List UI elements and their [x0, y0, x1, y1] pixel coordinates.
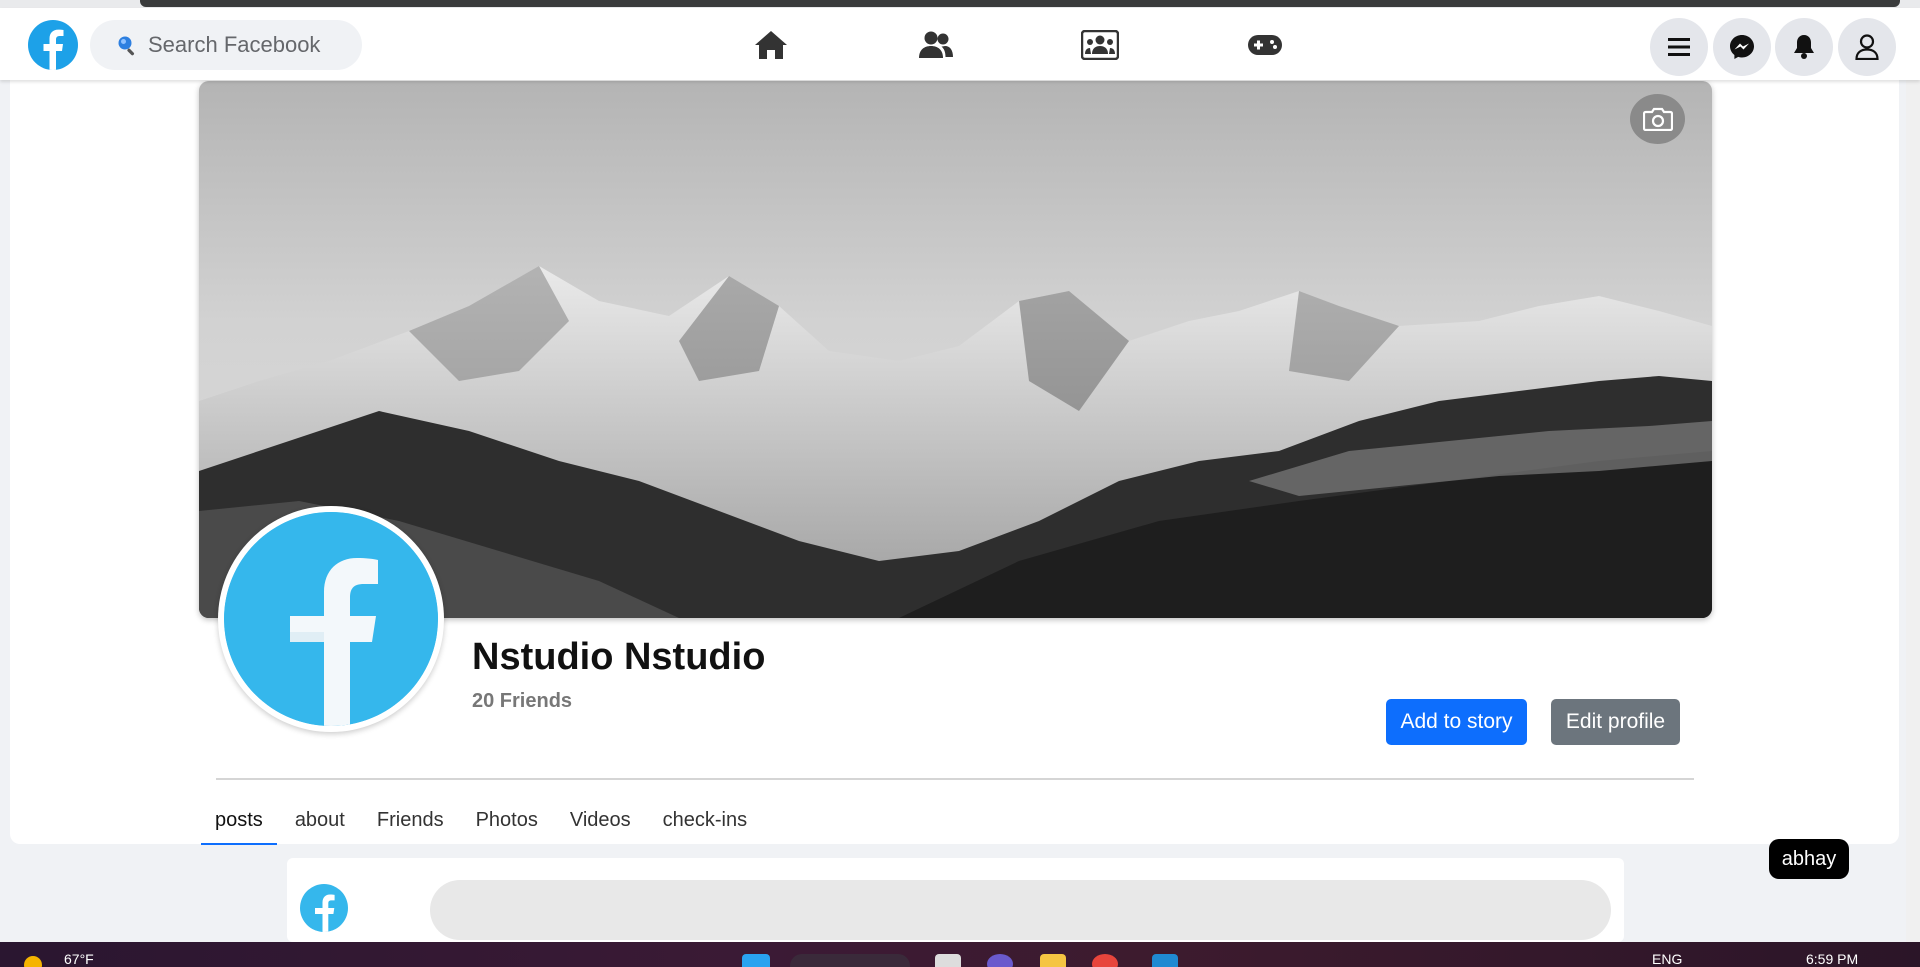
profile-picture[interactable] — [218, 506, 444, 732]
friends-icon[interactable] — [914, 26, 958, 64]
post-composer — [287, 858, 1624, 942]
system-clock[interactable]: 6:59 PM — [1806, 951, 1858, 967]
home-icon[interactable] — [749, 26, 793, 64]
taskbar-app-icon[interactable] — [987, 954, 1013, 967]
windows-start-icon[interactable] — [742, 954, 770, 967]
create-post-input[interactable] — [430, 880, 1611, 940]
profile-divider — [216, 778, 1694, 780]
profile-tabs: posts about Friends Photos Videos check-… — [201, 805, 765, 845]
add-to-story-button[interactable]: Add to story — [1386, 699, 1527, 745]
menu-icon — [1668, 38, 1690, 56]
tab-friends[interactable]: Friends — [363, 805, 458, 845]
menu-button[interactable] — [1650, 18, 1708, 76]
browser-chrome-strip — [0, 0, 1920, 8]
tab-videos[interactable]: Videos — [556, 805, 645, 845]
weather-temperature[interactable]: 67°F — [64, 951, 94, 967]
language-indicator[interactable]: ENG — [1652, 951, 1682, 967]
composer-avatar — [300, 884, 348, 932]
file-explorer-icon[interactable] — [1040, 954, 1066, 967]
notifications-button[interactable] — [1775, 18, 1833, 76]
bell-icon — [1794, 35, 1814, 59]
user-icon — [1855, 34, 1879, 60]
search-box[interactable] — [90, 20, 362, 70]
camera-icon — [1642, 107, 1673, 131]
tab-photos[interactable]: Photos — [462, 805, 552, 845]
search-input[interactable] — [148, 32, 348, 58]
os-taskbar: 67°F ENG 6:59 PM — [0, 942, 1920, 967]
tab-posts[interactable]: posts — [201, 805, 277, 845]
top-navbar — [0, 8, 1920, 80]
cover-photo — [199, 81, 1712, 618]
search-icon — [118, 36, 135, 56]
edit-cover-photo-button[interactable] — [1630, 94, 1685, 144]
messenger-button[interactable] — [1713, 18, 1771, 76]
user-tooltip: abhay — [1769, 839, 1849, 879]
account-button[interactable] — [1838, 18, 1896, 76]
edit-profile-button[interactable]: Edit profile — [1551, 699, 1680, 745]
facebook-logo-icon[interactable] — [28, 20, 78, 70]
page-scrollbar[interactable] — [1906, 8, 1920, 942]
weather-icon — [24, 956, 42, 967]
taskbar-search-box[interactable] — [790, 954, 910, 967]
browser-icon[interactable] — [1092, 954, 1118, 967]
vscode-icon[interactable] — [1152, 954, 1178, 967]
tab-check-ins[interactable]: check-ins — [649, 805, 761, 845]
groups-icon[interactable] — [1078, 26, 1122, 64]
taskbar-app-icon[interactable] — [935, 954, 961, 967]
profile-name: Nstudio Nstudio — [472, 636, 766, 678]
tab-about[interactable]: about — [281, 805, 359, 845]
friends-count[interactable]: 20 Friends — [472, 690, 572, 713]
gaming-icon[interactable] — [1243, 26, 1287, 64]
messenger-icon — [1730, 35, 1754, 59]
